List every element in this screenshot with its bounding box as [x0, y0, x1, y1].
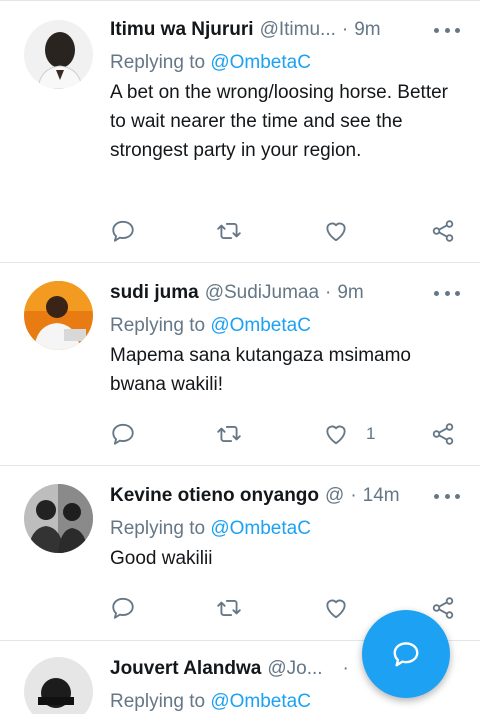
- reply-icon: [112, 220, 134, 242]
- user-handle[interactable]: @: [325, 485, 344, 507]
- replying-to-mention[interactable]: @OmbetaC: [210, 691, 311, 712]
- reply-icon: [112, 597, 134, 619]
- tweet-actions: 1: [110, 420, 460, 448]
- heart-icon: [326, 425, 346, 445]
- more-options-icon[interactable]: [434, 482, 460, 510]
- tweet-reply[interactable]: sudi juma @SudiJumaa · 9m Replying to @O…: [0, 263, 480, 466]
- replying-to-mention[interactable]: @OmbetaC: [210, 518, 311, 539]
- display-name[interactable]: Kevine otieno onyango: [110, 485, 319, 507]
- replying-to: Replying to @OmbetaC: [110, 313, 460, 339]
- separator-dot: ·: [341, 19, 349, 40]
- display-name[interactable]: sudi juma: [110, 282, 199, 304]
- retweet-icon: [217, 600, 241, 616]
- avatar[interactable]: [24, 20, 93, 89]
- share-icon: [432, 220, 454, 242]
- tweet-header: Itimu wa Njururi @Itimu... · 9m: [110, 16, 460, 44]
- replying-to-label: Replying to: [110, 52, 206, 73]
- retweet-button[interactable]: [216, 420, 242, 448]
- retweet-button[interactable]: [216, 594, 242, 622]
- timestamp[interactable]: 9m: [337, 282, 363, 304]
- share-button[interactable]: [430, 420, 456, 448]
- display-name[interactable]: Jouvert Alandwa: [110, 658, 261, 680]
- timestamp[interactable]: 14m: [363, 485, 400, 507]
- more-options-icon[interactable]: [434, 16, 460, 44]
- replying-to: Replying to @OmbetaC: [110, 50, 460, 76]
- more-options-icon[interactable]: [434, 279, 460, 307]
- like-button[interactable]: [323, 217, 366, 245]
- separator-dot: ·: [325, 282, 332, 303]
- timestamp[interactable]: 9m: [354, 19, 380, 41]
- avatar[interactable]: [24, 657, 93, 714]
- replying-to-label: Replying to: [110, 691, 206, 712]
- share-icon: [432, 423, 454, 445]
- replying-to: Replying to @OmbetaC: [110, 516, 460, 542]
- user-handle[interactable]: @SudiJumaa: [205, 282, 319, 304]
- retweet-icon: [217, 426, 241, 442]
- replying-to-mention[interactable]: @OmbetaC: [210, 315, 311, 336]
- heart-icon: [326, 599, 346, 619]
- reply-button[interactable]: [110, 594, 136, 622]
- avatar[interactable]: [24, 281, 93, 350]
- separator-dot: ·: [350, 485, 357, 506]
- replying-to-label: Replying to: [110, 518, 206, 539]
- tweet-reply[interactable]: Itimu wa Njururi @Itimu... · 9m Replying…: [0, 0, 480, 263]
- heart-icon: [326, 222, 346, 242]
- reply-button[interactable]: [110, 217, 136, 245]
- replying-to-mention[interactable]: @OmbetaC: [210, 52, 311, 73]
- tweet-actions: [110, 217, 460, 245]
- compose-reply-button[interactable]: [362, 610, 450, 698]
- share-button[interactable]: [430, 217, 456, 245]
- tweet-text: Mapema sana kutangaza msimamo bwana waki…: [110, 345, 411, 395]
- tweet-header: sudi juma @SudiJumaa · 9m: [110, 279, 460, 307]
- avatar[interactable]: [24, 484, 93, 553]
- share-button[interactable]: [430, 594, 456, 622]
- compose-reply-icon: [393, 642, 419, 667]
- tweet-header: Kevine otieno onyango @ · 14m: [110, 482, 460, 510]
- tweet-text: A bet on the wrong/loosing horse. Better…: [110, 82, 448, 161]
- reply-button[interactable]: [110, 420, 136, 448]
- tweet-text: Good wakilii: [110, 548, 213, 569]
- share-icon: [432, 597, 454, 619]
- user-handle[interactable]: @Itimu...: [260, 19, 336, 41]
- replying-to-label: Replying to: [110, 315, 206, 336]
- display-name[interactable]: Itimu wa Njururi: [110, 19, 254, 41]
- retweet-icon: [217, 223, 241, 239]
- user-handle[interactable]: @Jo...: [267, 658, 322, 680]
- separator-dot: ·: [342, 658, 349, 679]
- reply-icon: [112, 423, 134, 445]
- like-button[interactable]: [323, 594, 366, 622]
- like-button[interactable]: 1: [323, 420, 375, 448]
- like-count: 1: [366, 424, 376, 443]
- retweet-button[interactable]: [216, 217, 242, 245]
